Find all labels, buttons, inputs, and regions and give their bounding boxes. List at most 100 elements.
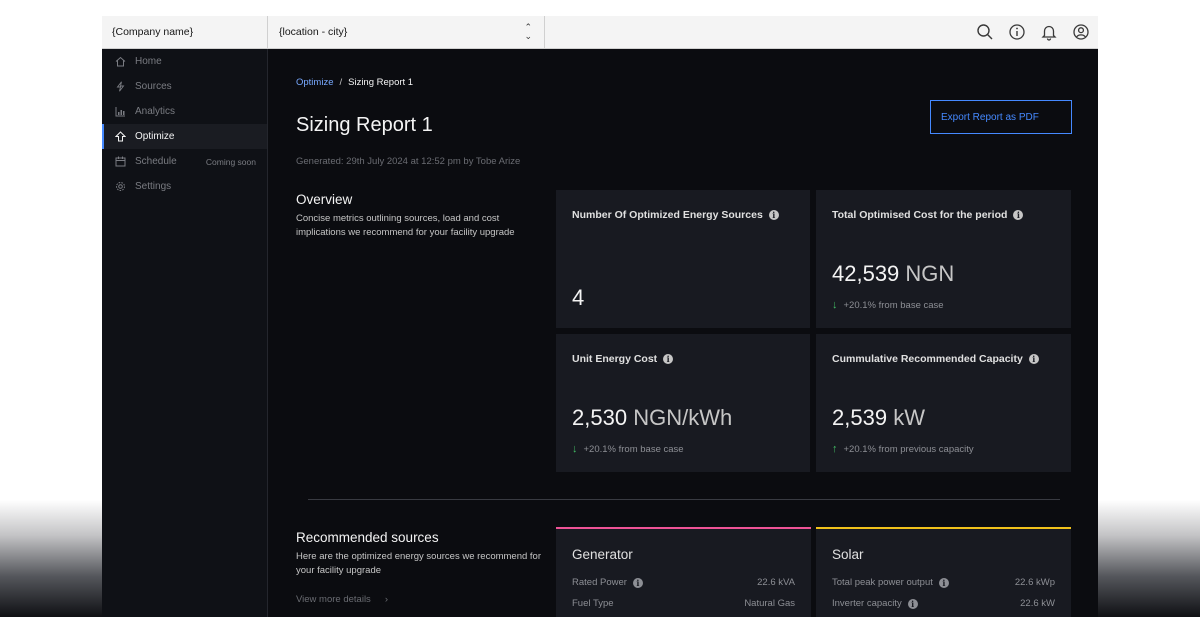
- arrow-down-icon: ↓: [832, 299, 838, 311]
- arrow-up-icon: ↑: [832, 443, 838, 455]
- sidebar: Home Sources Analytics Optimize Schedule: [102, 49, 268, 617]
- home-icon: [114, 56, 126, 68]
- metric-value: 42,539 NGN: [832, 261, 954, 287]
- header-actions: [976, 23, 1098, 41]
- source-row-value: 22.6 kW: [1020, 598, 1055, 609]
- source-row: Total peak power output i 22.6 kWp: [832, 577, 1055, 588]
- source-row: Fuel Type Natural Gas: [572, 598, 795, 609]
- sidebar-item-schedule[interactable]: Schedule Coming soon: [102, 149, 267, 174]
- bolt-icon: [114, 81, 126, 93]
- source-card-generator: Generator Rated Power i 22.6 kVA Fuel Typ…: [556, 527, 811, 617]
- coming-soon-badge: Coming soon: [205, 156, 256, 167]
- metric-label: Total Optimised Cost for the period i: [832, 209, 1024, 221]
- top-header: {Company name} {location - city} ⌃ ⌄: [102, 16, 1098, 49]
- sidebar-item-analytics[interactable]: Analytics: [102, 99, 267, 124]
- metric-value: 4: [572, 285, 584, 311]
- metric-value-number: 42,539: [832, 261, 900, 286]
- source-row: Inverter capacity i 22.6 kW: [832, 598, 1055, 609]
- info-icon[interactable]: i: [938, 577, 949, 588]
- metric-card-recommended-capacity: Cummulative Recommended Capacity i 2,539…: [816, 334, 1071, 472]
- source-title: Solar: [832, 547, 864, 562]
- metric-label-text: Unit Energy Cost: [572, 353, 658, 365]
- source-row-value: Natural Gas: [744, 598, 795, 609]
- optimize-icon: [114, 131, 126, 143]
- sidebar-item-sources[interactable]: Sources: [102, 74, 267, 99]
- source-row: Rated Power i 22.6 kVA: [572, 577, 795, 588]
- metric-delta: ↓ +20.1% from base case: [832, 299, 944, 311]
- overview-title: Overview: [296, 192, 353, 207]
- user-avatar-icon[interactable]: [1072, 23, 1090, 41]
- location-selector[interactable]: {location - city} ⌃ ⌄: [268, 16, 545, 49]
- breadcrumb-separator: /: [339, 77, 343, 88]
- source-card-solar: Solar Total peak power output i 22.6 kWp …: [816, 527, 1071, 617]
- recommended-description: Here are the optimized energy sources we…: [296, 551, 542, 576]
- gear-icon: [114, 181, 126, 193]
- source-row-value: 22.6 kVA: [757, 577, 795, 588]
- sidebar-item-label: Optimize: [135, 131, 175, 142]
- notification-bell-icon[interactable]: [1040, 23, 1058, 41]
- metric-label: Unit Energy Cost i: [572, 353, 674, 365]
- section-divider: [308, 499, 1060, 500]
- metric-value-number: 2,530: [572, 405, 628, 430]
- recommended-title: Recommended sources: [296, 530, 439, 545]
- metric-label: Number Of Optimized Energy Sources i: [572, 209, 779, 221]
- page-title: Sizing Report 1: [296, 114, 433, 136]
- sidebar-item-home[interactable]: Home: [102, 49, 267, 74]
- sidebar-item-label: Home: [135, 56, 162, 67]
- sidebar-item-optimize[interactable]: Optimize: [102, 124, 267, 149]
- info-icon[interactable]: [1008, 23, 1026, 41]
- source-title: Generator: [572, 547, 633, 562]
- metric-card-energy-sources: Number Of Optimized Energy Sources i 4: [556, 190, 810, 328]
- metric-delta-text: +20.1% from base case: [583, 443, 684, 455]
- metric-value: 2,539 kW: [832, 405, 925, 431]
- source-row-label: Rated Power: [572, 577, 627, 588]
- metric-value-number: 4: [572, 285, 585, 310]
- breadcrumb-current: Sizing Report 1: [348, 77, 414, 88]
- page-subtitle: Generated: 29th July 2024 at 12:52 pm by…: [296, 156, 521, 167]
- location-value: {location - city}: [279, 26, 348, 38]
- metric-card-total-cost: Total Optimised Cost for the period i 42…: [816, 190, 1071, 328]
- metric-delta-text: +20.1% from previous capacity: [843, 443, 974, 455]
- view-more-link[interactable]: View more details ›: [296, 594, 388, 605]
- breadcrumb: Optimize / Sizing Report 1: [296, 77, 413, 88]
- sidebar-item-settings[interactable]: Settings: [102, 174, 267, 199]
- metric-delta: ↓ +20.1% from base case: [572, 443, 684, 455]
- metric-label: Cummulative Recommended Capacity i: [832, 353, 1039, 365]
- sidebar-item-label: Sources: [135, 81, 172, 92]
- overview-description: Concise metrics outlining sources, load …: [296, 213, 515, 238]
- app-window: {Company name} {location - city} ⌃ ⌄ Hom…: [102, 16, 1098, 617]
- arrow-down-icon: ↓: [572, 443, 578, 455]
- export-pdf-button[interactable]: Export Report as PDF: [930, 100, 1072, 134]
- info-icon[interactable]: i: [632, 577, 643, 588]
- search-icon[interactable]: [976, 23, 994, 41]
- chevron-updown-icon: ⌃ ⌄: [524, 22, 532, 41]
- source-row-label: Inverter capacity: [832, 598, 902, 609]
- sidebar-item-label: Settings: [135, 181, 172, 192]
- metric-value-unit: NGN: [905, 261, 955, 286]
- metric-delta-text: +20.1% from base case: [843, 299, 944, 311]
- metric-value-unit: NGN/kWh: [633, 405, 733, 430]
- metric-value-unit: kW: [893, 405, 925, 430]
- info-icon[interactable]: i: [663, 354, 674, 364]
- info-icon[interactable]: i: [1028, 354, 1039, 364]
- info-icon[interactable]: i: [768, 210, 779, 220]
- source-row-label: Total peak power output: [832, 577, 933, 588]
- source-row-value: 22.6 kWp: [1014, 577, 1055, 588]
- sidebar-item-label: Schedule: [135, 156, 177, 167]
- metric-label-text: Total Optimised Cost for the period: [832, 209, 1008, 221]
- metric-value-number: 2,539: [832, 405, 888, 430]
- sidebar-item-label: Analytics: [135, 106, 176, 117]
- info-icon[interactable]: i: [1013, 210, 1024, 220]
- company-name[interactable]: {Company name}: [102, 16, 268, 49]
- breadcrumb-link-optimize[interactable]: Optimize: [296, 77, 333, 88]
- metric-card-unit-energy-cost: Unit Energy Cost i 2,530 NGN/kWh ↓ +20.1…: [556, 334, 810, 472]
- metric-delta: ↑ +20.1% from previous capacity: [832, 443, 974, 455]
- chart-icon: [114, 106, 126, 118]
- metric-label-text: Cummulative Recommended Capacity: [832, 353, 1023, 365]
- view-more-label: View more details: [296, 594, 371, 605]
- info-icon[interactable]: i: [907, 598, 918, 609]
- metric-value: 2,530 NGN/kWh: [572, 405, 732, 431]
- chevron-right-icon: ›: [384, 594, 388, 605]
- main-content: Optimize / Sizing Report 1 Sizing Report…: [268, 49, 1098, 617]
- source-row-label: Fuel Type: [572, 598, 614, 609]
